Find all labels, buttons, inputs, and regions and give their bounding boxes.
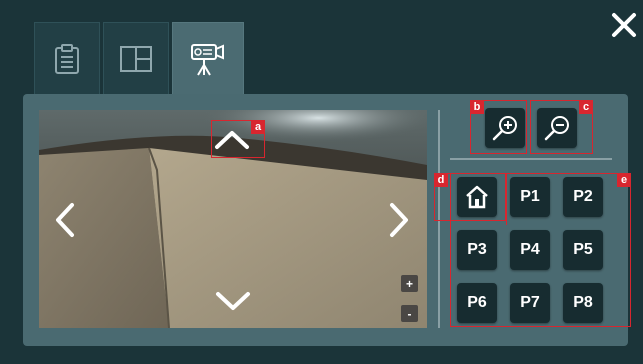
close-icon xyxy=(612,13,636,37)
annotation-label-b: b xyxy=(470,100,484,114)
annotation-label-c: c xyxy=(579,100,593,114)
annotation-label-e: e xyxy=(617,173,631,187)
chevron-right-icon[interactable] xyxy=(389,202,411,238)
tab-clipboard[interactable] xyxy=(34,22,100,94)
horizontal-divider xyxy=(450,158,612,160)
view-zoom-minus-button[interactable]: - xyxy=(401,305,418,322)
video-camera-icon xyxy=(191,43,224,76)
chevron-down-icon[interactable] xyxy=(215,290,251,312)
chevron-left-icon[interactable] xyxy=(53,202,75,238)
close-button[interactable] xyxy=(609,10,639,40)
annotation-label-a: a xyxy=(251,120,265,134)
annotation-box-e-top xyxy=(506,173,631,225)
view-zoom-plus-button[interactable]: + xyxy=(401,275,418,292)
annotation-label-d: d xyxy=(434,173,448,187)
tab-layout[interactable] xyxy=(103,22,169,94)
tab-bar xyxy=(0,0,643,94)
layout-grid-icon xyxy=(120,45,152,72)
tab-camera[interactable] xyxy=(172,22,244,94)
clipboard-icon xyxy=(55,43,79,74)
